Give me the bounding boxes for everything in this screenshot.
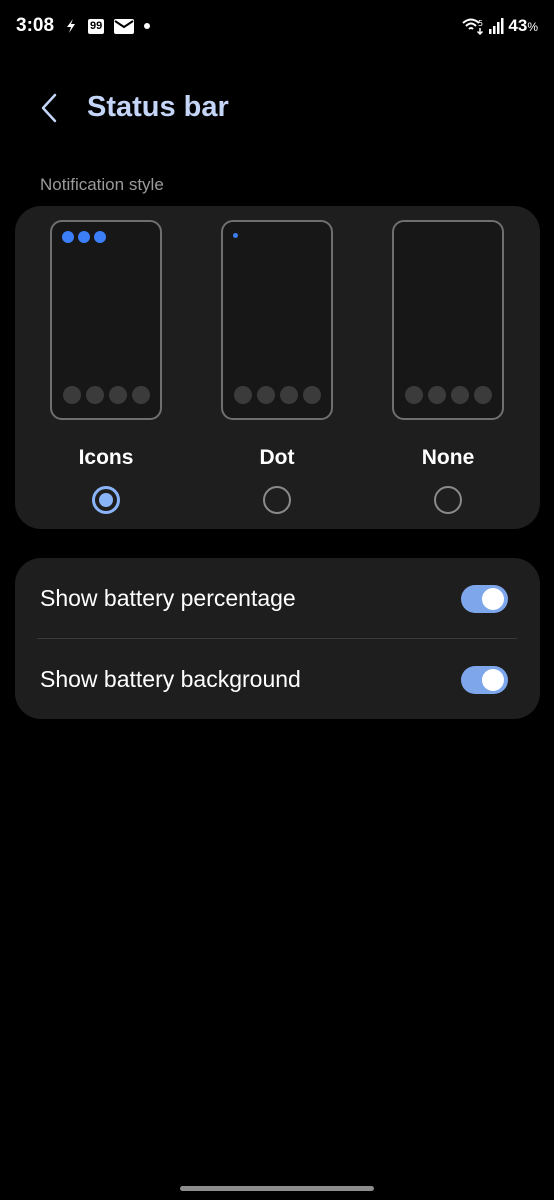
switch-knob (482, 669, 504, 691)
dock-app-icon (234, 386, 252, 404)
dock-app-icon (109, 386, 127, 404)
battery-settings-card: Show battery percentage Show battery bac… (15, 558, 540, 719)
battery-level: 43% (508, 16, 538, 36)
option-icons[interactable]: Icons (50, 220, 162, 520)
battery-background-switch[interactable] (461, 666, 508, 694)
page-header: Status bar (0, 78, 554, 138)
dock-app-icon (474, 386, 492, 404)
notification-icon (78, 231, 90, 243)
option-label-icons: Icons (78, 446, 134, 469)
notification-icon (62, 231, 74, 243)
phone-preview-dot[interactable] (221, 220, 333, 420)
back-button[interactable] (30, 88, 70, 128)
wifi-icon: 5 (462, 17, 484, 35)
battery-percentage-switch[interactable] (461, 585, 508, 613)
dock-app-icon (86, 386, 104, 404)
notification-style-label: Notification style (40, 175, 164, 194)
mail-icon (114, 18, 135, 34)
option-label-dot: Dot (259, 446, 295, 469)
status-left-group: 3:08 99 (16, 15, 151, 37)
radio-icons[interactable] (92, 486, 120, 514)
screen: 3:08 99 5 43% Status bar Notification st… (0, 0, 554, 1200)
page-title: Status bar (87, 91, 229, 123)
option-label-none: None (421, 446, 475, 469)
system-status-bar: 3:08 99 5 43% (0, 0, 554, 52)
flash-icon (64, 18, 78, 34)
battery-value: 43 (508, 16, 528, 35)
dot-icon (144, 23, 151, 29)
preview-dock (405, 386, 492, 404)
dock-app-icon (428, 386, 446, 404)
toggle-row-battery-background[interactable]: Show battery background (15, 639, 540, 719)
dock-app-icon (132, 386, 150, 404)
signal-icon (488, 18, 504, 34)
dock-app-icon (63, 386, 81, 404)
home-indicator[interactable] (180, 1186, 374, 1191)
dock-app-icon (257, 386, 275, 404)
toggle-label: Show battery background (40, 666, 301, 692)
radio-none[interactable] (434, 486, 462, 514)
switch-knob (482, 588, 504, 610)
preview-notification-dot (233, 231, 238, 238)
chevron-left-icon (41, 93, 57, 123)
dock-app-icon (280, 386, 298, 404)
notification-icon (94, 231, 106, 243)
option-none[interactable]: None (392, 220, 504, 520)
toggle-label: Show battery percentage (40, 585, 296, 611)
dock-app-icon (303, 386, 321, 404)
radio-dot[interactable] (263, 486, 291, 514)
toggle-row-battery-percentage[interactable]: Show battery percentage (15, 558, 540, 638)
clock: 3:08 (16, 15, 55, 36)
phone-preview-icons[interactable] (50, 220, 162, 420)
notification-dot-icon (233, 233, 238, 238)
preview-dock (234, 386, 321, 404)
dock-app-icon (405, 386, 423, 404)
option-dot[interactable]: Dot (221, 220, 333, 520)
network-type-label: 5 (478, 19, 483, 28)
quote-badge-icon: 99 (88, 18, 105, 34)
notification-style-card: Icons Dot None (15, 206, 540, 529)
status-right-group: 5 43% (462, 16, 538, 36)
dock-app-icon (451, 386, 469, 404)
preview-notification-icons (62, 231, 106, 243)
phone-preview-none[interactable] (392, 220, 504, 420)
battery-unit: % (527, 20, 538, 34)
preview-dock (63, 386, 150, 404)
